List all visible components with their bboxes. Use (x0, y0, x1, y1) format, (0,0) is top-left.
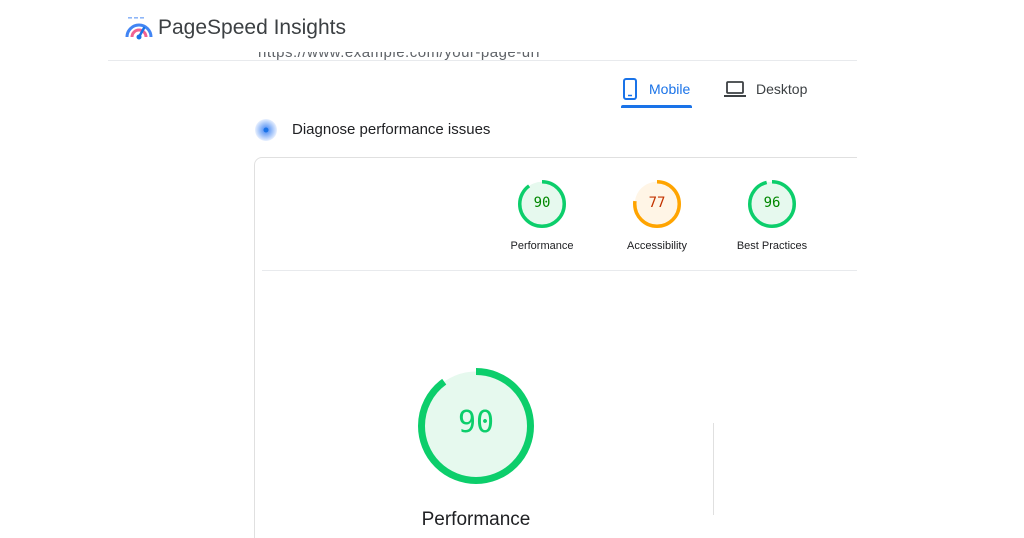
category-score: 96 (763, 195, 781, 211)
category-score: 90 (533, 195, 551, 211)
tab-mobile-label: Mobile (649, 81, 691, 97)
tab-selected-indicator (621, 105, 692, 108)
category-label: Best Practices (736, 240, 808, 252)
category-label: Accessibility (627, 240, 687, 252)
url-display: https://www.example.com/your-page-url (258, 52, 638, 60)
vertical-divider (713, 423, 714, 515)
diagnose-icon (255, 119, 277, 141)
pagespeed-logo-icon (125, 17, 153, 40)
app-title: PageSpeed Insights (158, 16, 346, 39)
performance-label: Performance (421, 509, 531, 530)
category-score: 77 (648, 195, 666, 211)
url-text: https://www.example.com/your-page-url (258, 52, 638, 60)
category-label: Performance (510, 240, 574, 252)
performance-score: 90 (457, 405, 495, 440)
crop-edge (857, 0, 1024, 538)
section-title: Diagnose performance issues (292, 121, 491, 138)
tab-desktop[interactable]: Desktop (724, 70, 814, 108)
header-divider (108, 60, 857, 61)
laptop-icon (724, 81, 746, 97)
card-divider (262, 270, 857, 271)
tab-desktop-label: Desktop (756, 81, 808, 97)
smartphone-icon (623, 78, 637, 100)
tab-mobile[interactable]: Mobile (621, 70, 692, 108)
